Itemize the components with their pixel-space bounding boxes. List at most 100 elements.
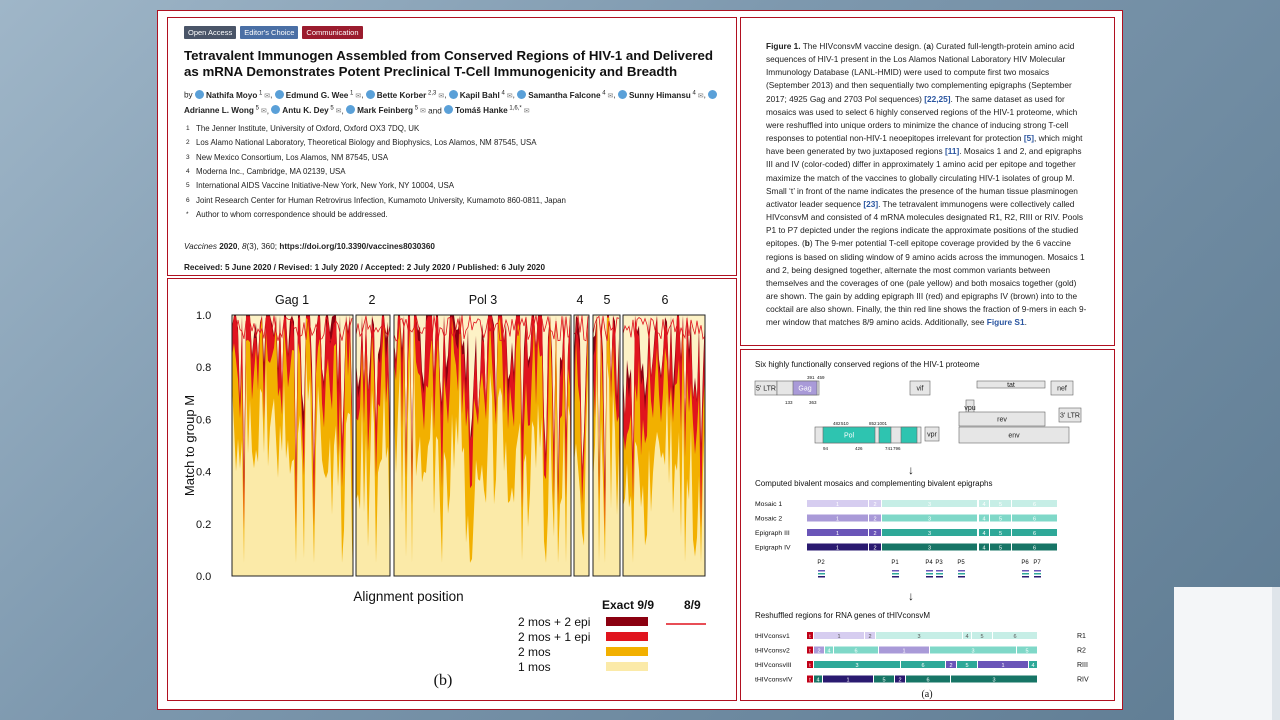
gene-segment-number: 5 bbox=[882, 678, 885, 684]
segment-number: 4 bbox=[982, 517, 985, 523]
segment-number: 6 bbox=[1033, 517, 1036, 523]
email-icon[interactable]: ✉ bbox=[259, 108, 267, 115]
segment-number: 2 bbox=[873, 531, 876, 537]
side-decoration bbox=[1174, 587, 1280, 720]
email-icon[interactable]: ✉ bbox=[522, 108, 530, 115]
author-name: Edmund G. Wee bbox=[285, 90, 349, 100]
gene-segment-number: 5 bbox=[1025, 649, 1028, 655]
segment-number: 5 bbox=[999, 546, 1002, 552]
gene-segment-number: 6 bbox=[921, 663, 924, 669]
email-icon[interactable]: ✉ bbox=[353, 93, 361, 100]
segment-number: 1 bbox=[836, 517, 839, 523]
author-name: Tomáš Hanke bbox=[455, 106, 508, 116]
author[interactable]: Sunny Himansu 4 ✉ bbox=[617, 89, 704, 100]
email-icon[interactable]: ✉ bbox=[418, 108, 426, 115]
author-profile-icon bbox=[708, 89, 718, 99]
caption-ref-link[interactable]: [23] bbox=[863, 199, 878, 209]
pool-marker bbox=[1022, 573, 1029, 575]
author[interactable]: Mark Feinberg 5 ✉ bbox=[346, 105, 426, 115]
panel-label-b: (b) bbox=[434, 672, 453, 689]
x-axis-label: Alignment position bbox=[353, 589, 463, 604]
paper-title: Tetravalent Immunogen Assembled from Con… bbox=[184, 48, 714, 79]
gene-segment-number: 3 bbox=[917, 634, 920, 640]
segment-number: 1 bbox=[836, 531, 839, 537]
caption-ref-link[interactable]: [5] bbox=[1024, 133, 1034, 143]
email-icon[interactable]: ✉ bbox=[606, 93, 614, 100]
pool-label: P6 bbox=[1021, 560, 1029, 566]
affiliation-item: 1 The Jenner Institute, University of Oxf… bbox=[186, 124, 419, 133]
pool-marker bbox=[818, 570, 825, 572]
open-access-badge[interactable]: Open Access bbox=[184, 26, 237, 39]
gene-row-label: tHIVconsvIV bbox=[755, 677, 793, 684]
pool-marker bbox=[1034, 576, 1041, 578]
segment-number: 5 bbox=[999, 517, 1002, 523]
email-icon[interactable]: ✉ bbox=[436, 93, 444, 100]
author-name: Sunny Himansu bbox=[628, 90, 691, 100]
arrow-2: ↓ bbox=[908, 589, 914, 603]
citation-year: 2020 bbox=[219, 242, 238, 251]
author[interactable]: Antu K. Dey 5 ✉ bbox=[271, 105, 342, 116]
affiliation-text: International AIDS Vaccine Initiative-Ne… bbox=[196, 181, 455, 191]
citation: Vaccines 2020, 8(3), 360; https://doi.or… bbox=[184, 242, 435, 251]
author[interactable]: Kapil Bahl 4 ✉ bbox=[448, 89, 513, 100]
author-name: Antu K. Dey bbox=[282, 106, 329, 116]
communication-badge[interactable]: Communication bbox=[302, 26, 363, 39]
publication-dates: Received: 5 June 2020 / Revised: 1 July … bbox=[184, 263, 546, 272]
affiliation-item: 2 Los Alamo National Laboratory, Theoreti… bbox=[186, 138, 537, 147]
badges: Open Access Editor's Choice Communicatio… bbox=[184, 26, 363, 39]
pol-tick: 510 bbox=[841, 421, 849, 426]
figure-caption: Figure 1. The HIVconsvM vaccine design. … bbox=[766, 40, 1088, 329]
legend-label: 2 mos + 1 epi bbox=[518, 630, 590, 644]
gag-tick: 391 bbox=[807, 375, 815, 380]
author-name: Bette Korber bbox=[376, 90, 427, 100]
caption-ref-link[interactable]: Figure S1 bbox=[987, 317, 1025, 327]
segment-number: 6 bbox=[1033, 531, 1036, 537]
email-icon[interactable]: ✉ bbox=[505, 93, 513, 100]
pool-marker bbox=[936, 576, 943, 578]
vpr-box-label: vpr bbox=[927, 432, 937, 439]
gene-segment-number: 5 bbox=[965, 663, 968, 669]
gene-code-label: RIV bbox=[1077, 677, 1089, 684]
gene-segment-number: 2 bbox=[949, 663, 952, 669]
author[interactable]: Bette Korber 2,3 ✉ bbox=[365, 89, 444, 100]
pool-marker bbox=[818, 576, 825, 578]
chart-panel-b: 0.0 0.2 0.4 0.6 0.8 1.0 Match to group M Alignm… bbox=[167, 278, 737, 701]
author[interactable]: Nathifa Moyo 1 ✉ bbox=[194, 89, 270, 100]
affiliation-item: 4 Moderna Inc., Cambridge, MA 02139, USA bbox=[186, 167, 346, 176]
region-group bbox=[393, 314, 572, 577]
gag-tick: 459 bbox=[817, 375, 825, 380]
author[interactable]: Edmund G. Wee 1 ✉ bbox=[274, 89, 361, 100]
legend-label: 2 mos bbox=[518, 645, 551, 659]
region-label: 5 bbox=[604, 293, 611, 307]
author[interactable]: Samantha Falcone 4 ✉ bbox=[517, 89, 614, 100]
vaccine-design-diagram: Six highly functionally conserved region… bbox=[754, 360, 1089, 700]
author-profile-icon bbox=[194, 89, 204, 99]
caption-ref-link[interactable]: [11] bbox=[945, 146, 959, 156]
email-icon[interactable]: ✉ bbox=[334, 108, 342, 115]
diagram-heading-1: Six highly functionally conserved region… bbox=[755, 360, 980, 369]
gene-segment-number: 2 bbox=[868, 634, 871, 640]
editors-choice-badge[interactable]: Editor's Choice bbox=[240, 26, 299, 39]
pool-marker bbox=[1022, 570, 1029, 572]
caption-text: ) The 9-mer potential T-cell epitope cov… bbox=[766, 238, 1087, 328]
pool-label: P1 bbox=[891, 560, 899, 566]
segment-number: 4 bbox=[982, 546, 985, 552]
author-list: by Nathifa Moyo 1 ✉, Edmund G. Wee 1 ✉, … bbox=[184, 87, 736, 118]
author[interactable]: Tomáš Hanke 1,6,* ✉ bbox=[444, 105, 530, 116]
affiliation-number: * bbox=[186, 210, 189, 218]
affiliation-text: New Mexico Consortium, Los Alamos, NM 87… bbox=[196, 152, 389, 162]
email-icon[interactable]: ✉ bbox=[696, 93, 704, 100]
legend-swatch bbox=[606, 647, 648, 656]
pool-label: P3 bbox=[935, 560, 943, 566]
pool-label: P2 bbox=[817, 560, 825, 566]
author-affiliation-sup: 1,6,* bbox=[507, 105, 522, 112]
caption-ref-link[interactable]: [22,25] bbox=[924, 94, 950, 104]
authors-and: and bbox=[425, 106, 445, 116]
pool-marker bbox=[926, 576, 933, 578]
y-axis-label: Match to group M bbox=[182, 395, 197, 496]
pol-tick: 796 bbox=[893, 446, 901, 451]
doi-link[interactable]: https://doi.org/10.3390/vaccines8030360 bbox=[279, 242, 435, 251]
diagram-heading-2: Computed bivalent mosaics and complement… bbox=[755, 479, 992, 488]
email-icon[interactable]: ✉ bbox=[262, 93, 270, 100]
figure-caption-panel: Figure 1. The HIVconsvM vaccine design. … bbox=[740, 17, 1115, 346]
